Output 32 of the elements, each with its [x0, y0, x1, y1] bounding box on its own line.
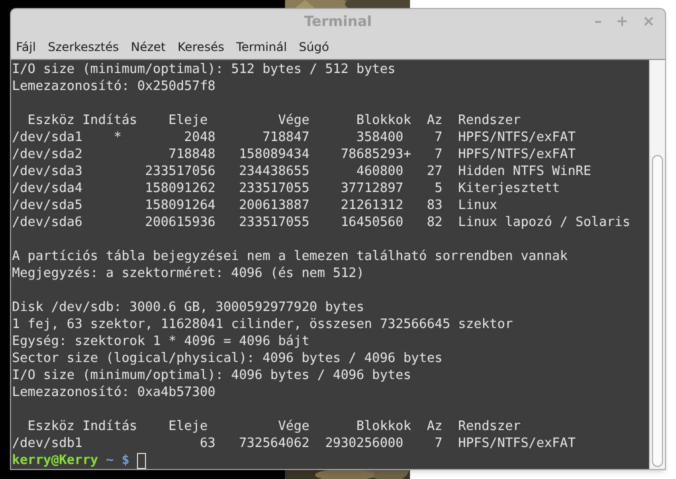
terminal-line: 1 fej, 63 szektor, 11628041 cilinder, összesen 732566645 szektor [12, 316, 513, 333]
prompt-path: ~ [106, 452, 114, 469]
terminal-line: I/O size (minimum/optimal): 512 bytes / 512 bytes [12, 61, 396, 78]
menu-item[interactable]: Terminál [236, 38, 287, 56]
terminal-line: Eszköz Indítás Eleje Vége Blokkok Az Rendszer [26, 112, 521, 129]
terminal-line: Egység: szektorok 1 * 4096 = 4096 bájt [12, 333, 310, 350]
prompt-symbol: $ [122, 452, 130, 469]
menu-item[interactable]: Szerkesztés [48, 38, 119, 56]
terminal-line: /dev/sdb1 63 732564062 2930256000 7 HPFS/NTFS/exFAT [12, 435, 576, 452]
terminal-line: I/O size (minimum/optimal): 4096 bytes / 4096 bytes [12, 367, 412, 384]
terminal-line: Sector size (logical/physical): 4096 bytes / 4096 bytes [12, 350, 442, 367]
terminal-line: Disk /dev/sdb: 3000.6 GB, 3000592977920 bytes [12, 299, 364, 316]
terminal-line: /dev/sda4 158091262 233517055 37712897 5 Kiterjesztett [12, 180, 560, 197]
terminal-line: /dev/sda3 233517056 234438655 460800 27 Hidden NTFS WinRE [12, 163, 592, 180]
terminal-line: Lemezazonosító: 0xa4b57300 [12, 384, 216, 401]
menu-item[interactable]: Keresés [178, 38, 224, 56]
prompt-user-host: kerry@Kerry [12, 452, 98, 469]
text-cursor [137, 452, 146, 468]
scrollbar-thumb[interactable] [652, 155, 663, 467]
window-title: Terminal [304, 12, 372, 32]
terminal-line: /dev/sda1 * 2048 718847 358400 7 HPFS/NTFS/exFAT [12, 129, 576, 146]
menu-item[interactable]: Nézet [130, 38, 166, 56]
menu-item[interactable]: Fájl [16, 38, 36, 56]
terminal-line: /dev/sda2 718848 158089434 78685293+ 7 HPFS/NTFS/exFAT [12, 146, 576, 163]
terminal-line: /dev/sda6 200615936 233517055 16450560 82 Linux lapozó / Solaris [12, 214, 630, 231]
terminal-line: A partíciós tábla bejegyzései nem a lemezen található sorrendben vannak [12, 248, 568, 265]
terminal-line: Megjegyzés: a szektorméret: 4096 (és nem 512) [12, 265, 364, 282]
terminal-line: Lemezazonosító: 0x250d57f8 [12, 78, 216, 95]
menu-item[interactable]: Súgó [298, 38, 330, 56]
terminal-line: /dev/sda5 158091264 200613887 21261312 83 Linux [12, 197, 498, 214]
terminal-line: Eszköz Indítás Eleje Vége Blokkok Az Rendszer [26, 418, 521, 435]
scrollbar-track[interactable] [649, 60, 665, 469]
